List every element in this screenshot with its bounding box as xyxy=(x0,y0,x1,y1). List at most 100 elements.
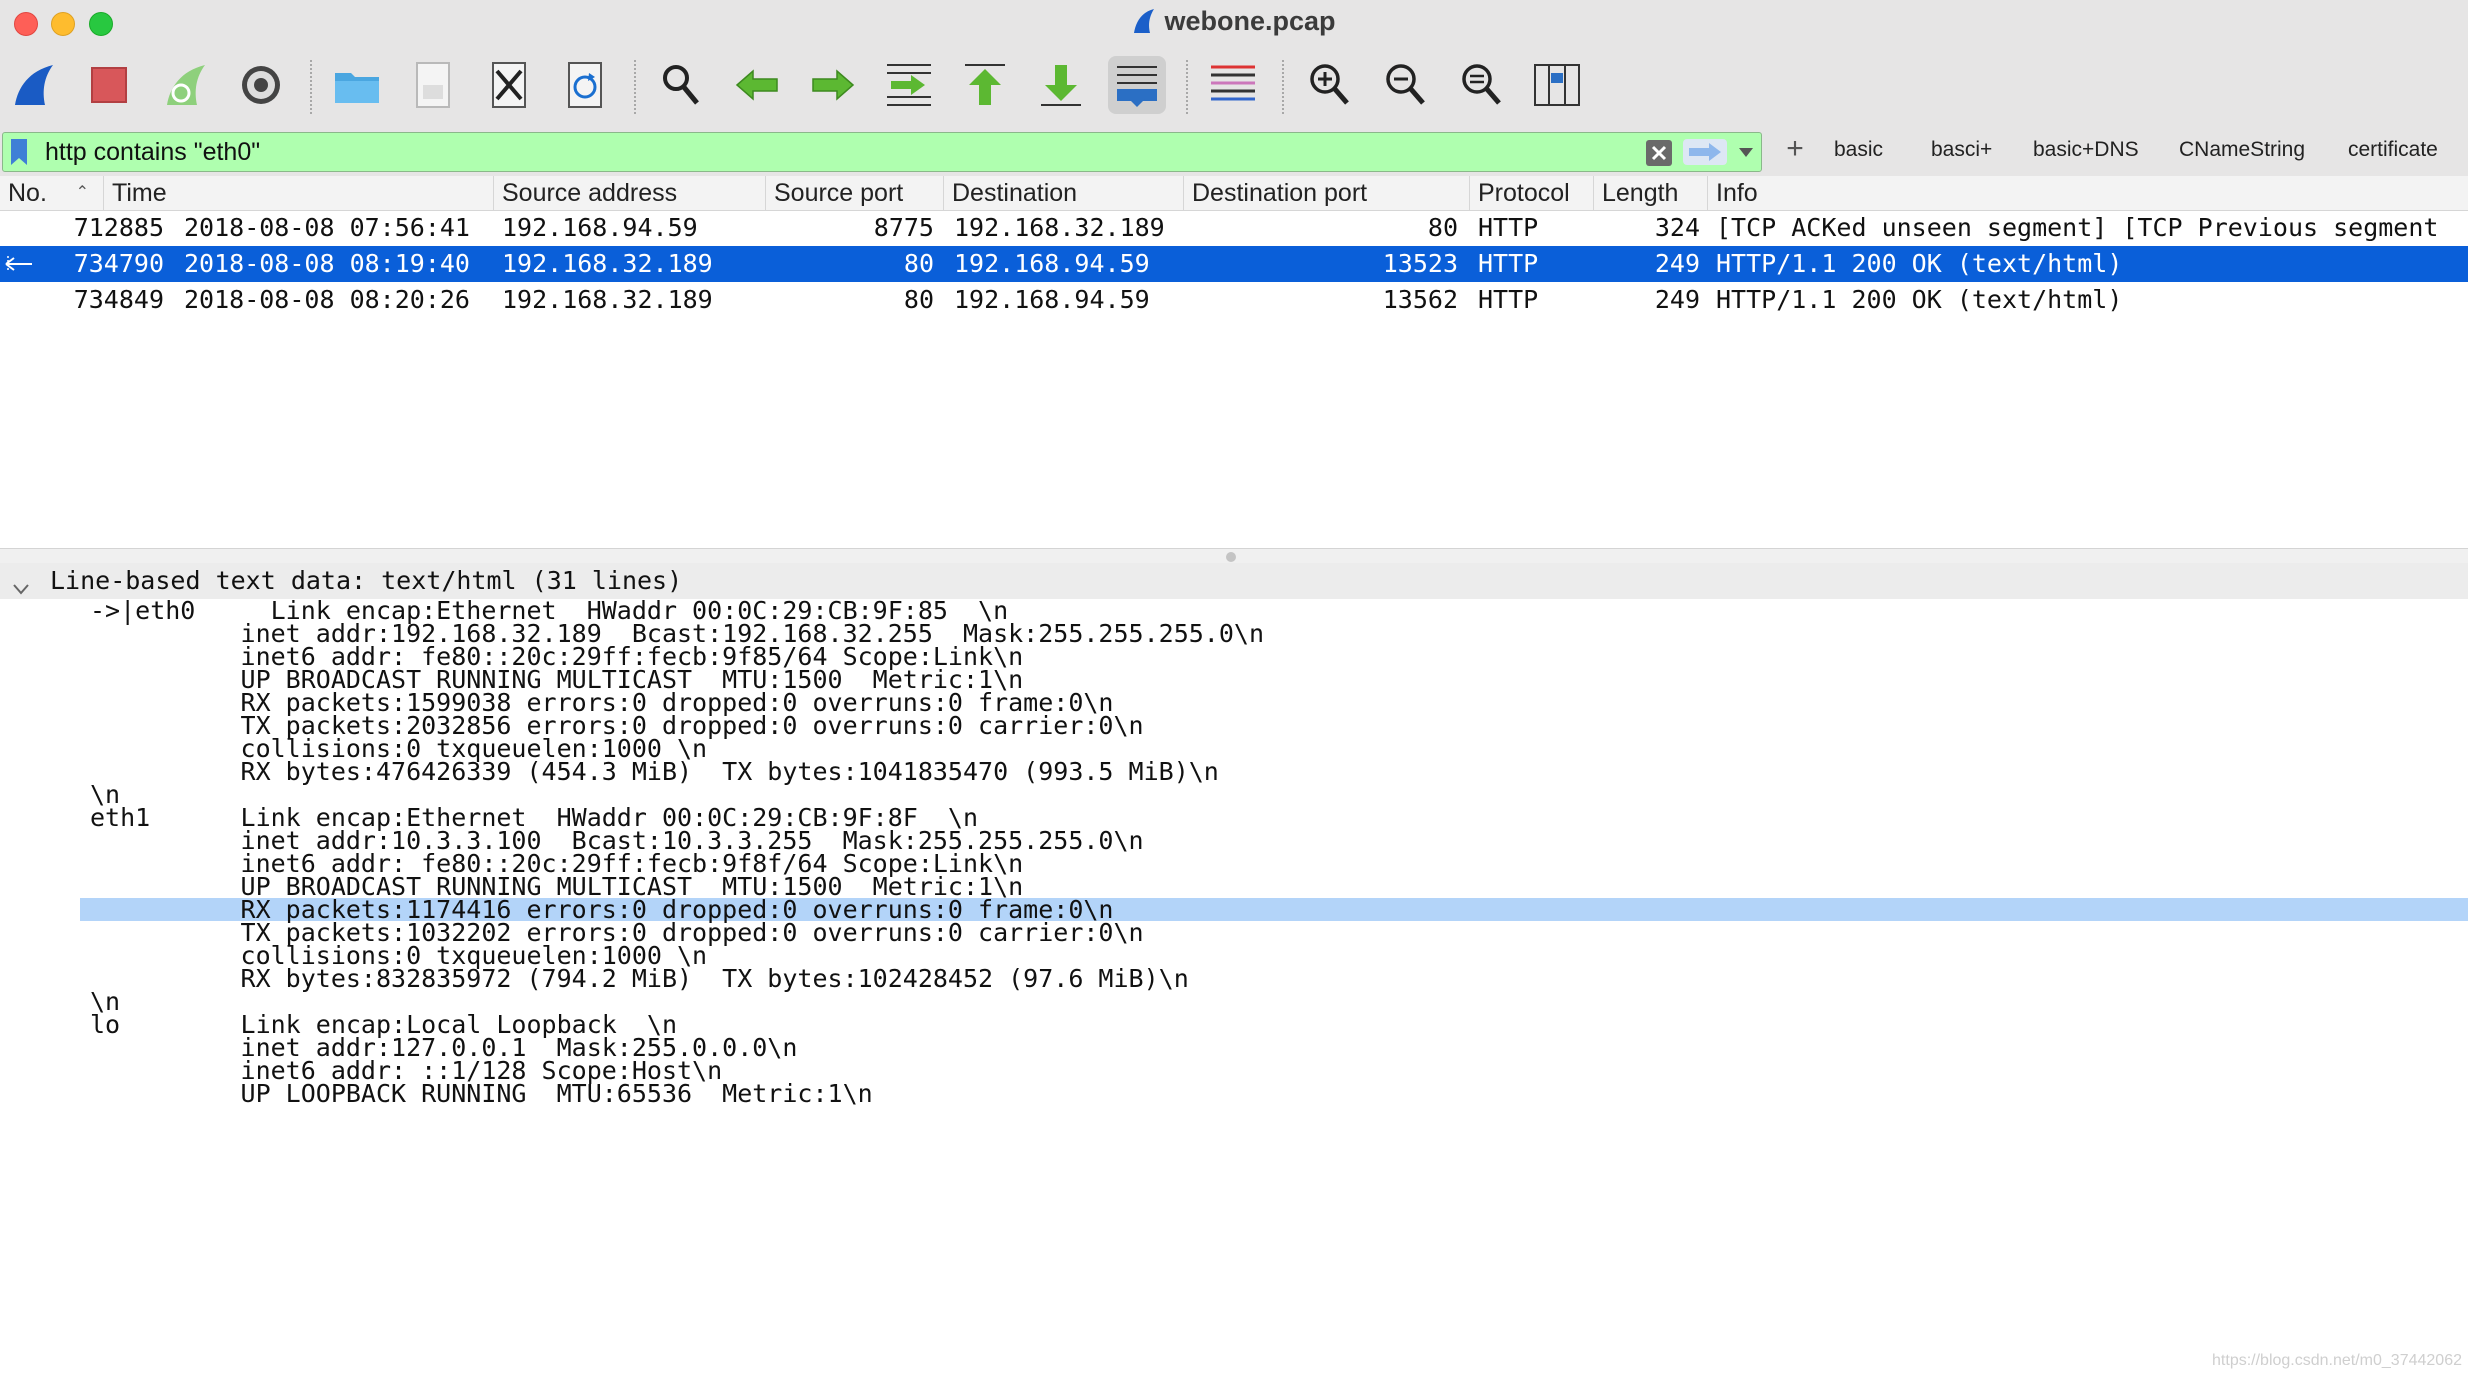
zoom-out-button[interactable] xyxy=(1376,56,1434,114)
packet-cell-src: 192.168.32.189 xyxy=(502,249,713,278)
packet-cell-len: 324 xyxy=(1654,213,1700,242)
zoom-in-icon xyxy=(1310,64,1349,105)
packet-cell-info: HTTP/1.1 200 OK (text/html) xyxy=(1716,285,2123,314)
packet-cell-len: 249 xyxy=(1654,285,1700,314)
packet-cell-no: 734849 xyxy=(73,285,164,314)
packet-cell-time: 2018-08-08 07:56:41 xyxy=(184,213,470,242)
resize-columns-button[interactable] xyxy=(1528,56,1586,114)
packet-cell-info: HTTP/1.1 200 OK (text/html) xyxy=(1716,249,2123,278)
stop-capture-icon xyxy=(91,67,127,103)
packet-cell-no: 712885 xyxy=(73,213,164,242)
restart-capture-button[interactable] xyxy=(156,56,214,114)
capture-options-button[interactable] xyxy=(232,56,290,114)
column-header-destination[interactable]: Destination xyxy=(944,176,1184,210)
window-title-text: webone.pcap xyxy=(1164,6,1336,36)
add-filter-button[interactable]: + xyxy=(1780,132,1810,166)
detail-text-line[interactable]: UP LOOPBACK RUNNING MTU:65536 Metric:1\n xyxy=(0,1081,2468,1106)
chevron-down-icon[interactable] xyxy=(12,573,30,595)
packet-cell-dport: 13523 xyxy=(1382,249,1458,278)
open-file-icon xyxy=(335,73,379,103)
packet-cell-proto: HTTP xyxy=(1478,249,1539,278)
go-forward-button[interactable] xyxy=(804,56,862,114)
start-capture-button[interactable] xyxy=(6,56,64,114)
find-packet-button[interactable] xyxy=(652,56,710,114)
start-capture-icon xyxy=(15,65,53,105)
packet-cell-dst: 192.168.94.59 xyxy=(954,285,1150,314)
filter-button-basci[interactable]: basci+ xyxy=(1931,138,1992,162)
close-file-button[interactable] xyxy=(480,56,538,114)
go-forward-icon xyxy=(812,69,855,101)
filter-button-certificate[interactable]: certificate xyxy=(2348,138,2438,162)
save-file-button[interactable] xyxy=(404,56,462,114)
packet-cell-time: 2018-08-08 08:20:26 xyxy=(184,285,470,314)
filter-button-basic-dns[interactable]: basic+DNS xyxy=(2033,138,2139,162)
open-file-button[interactable] xyxy=(328,56,386,114)
sort-ascending-icon: ⌃ xyxy=(75,184,89,201)
column-header-source-address[interactable]: Source address xyxy=(494,176,766,210)
go-back-button[interactable] xyxy=(728,56,786,114)
packet-cell-proto: HTTP xyxy=(1478,213,1539,242)
packet-row[interactable]: 712885 2018-08-08 07:56:41 192.168.94.59 87… xyxy=(0,210,2468,246)
packet-cell-dport: 80 xyxy=(1427,213,1458,242)
go-to-packet-icon xyxy=(887,64,931,106)
display-filter-input[interactable] xyxy=(43,135,1637,169)
packet-cell-src: 192.168.94.59 xyxy=(502,213,698,242)
column-header-time[interactable]: Time xyxy=(104,176,494,210)
go-first-packet-icon xyxy=(965,64,1005,105)
title-bar: webone.pcap xyxy=(0,0,2468,47)
column-header-protocol[interactable]: Protocol xyxy=(1470,176,1594,210)
save-file-icon xyxy=(416,62,450,108)
filter-button-cnamestring[interactable]: CNameString xyxy=(2179,138,2305,162)
filter-button-basic[interactable]: basic xyxy=(1834,138,1883,162)
go-first-packet-button[interactable] xyxy=(956,56,1014,114)
detail-text-line[interactable]: RX bytes:832835972 (794.2 MiB) TX bytes:… xyxy=(0,966,2468,991)
colorize-icon xyxy=(1211,65,1255,101)
packet-cell-no: 734790 xyxy=(73,249,164,278)
reload-file-button[interactable] xyxy=(556,56,614,114)
zoom-out-icon xyxy=(1386,64,1425,105)
go-to-packet-button[interactable] xyxy=(880,56,938,114)
window-title: webone.pcap xyxy=(0,6,2468,42)
display-filter-bar: + basic basci+ basic+DNS CNameString certifi… xyxy=(0,128,2468,177)
splitter-handle-icon[interactable] xyxy=(1226,552,1236,562)
pane-splitter[interactable] xyxy=(0,548,2468,564)
column-header-destination-port[interactable]: Destination port xyxy=(1184,176,1470,210)
column-header-no[interactable]: No. ⌃ xyxy=(0,176,104,210)
resize-columns-icon xyxy=(1534,64,1580,106)
packet-cell-src: 192.168.32.189 xyxy=(502,285,713,314)
capture-options-icon xyxy=(242,66,280,104)
toolbar-separator xyxy=(1186,60,1188,114)
go-last-packet-icon xyxy=(1041,65,1081,106)
packet-row[interactable]: 734849 2018-08-08 08:20:26 192.168.32.189 8… xyxy=(0,282,2468,318)
clear-filter-icon[interactable] xyxy=(1645,139,1673,167)
restart-capture-icon xyxy=(167,65,205,105)
apply-filter-icon[interactable] xyxy=(1683,139,1727,165)
find-packet-icon xyxy=(663,65,699,105)
packet-cell-sport: 80 xyxy=(903,249,934,278)
close-file-icon xyxy=(492,62,526,108)
packet-cell-len: 249 xyxy=(1654,249,1700,278)
column-header-info[interactable]: Info xyxy=(1708,176,2468,210)
packet-cell-sport: 80 xyxy=(903,285,934,314)
bookmark-icon[interactable] xyxy=(9,138,29,166)
packet-cell-dport: 13562 xyxy=(1382,285,1458,314)
colorize-button[interactable] xyxy=(1204,56,1262,114)
toolbar-separator xyxy=(634,60,636,114)
normal-size-button[interactable] xyxy=(1452,56,1510,114)
packet-cell-time: 2018-08-08 08:19:40 xyxy=(184,249,470,278)
toolbar-separator xyxy=(1282,60,1284,114)
column-header-source-port[interactable]: Source port xyxy=(766,176,944,210)
auto-scroll-button[interactable] xyxy=(1108,56,1166,114)
display-filter-field xyxy=(2,132,1762,172)
zoom-in-button[interactable] xyxy=(1300,56,1358,114)
filter-history-dropdown-icon[interactable] xyxy=(1737,145,1755,159)
packet-details-pane: Line-based text data: text/html (31 line… xyxy=(0,563,2468,1382)
details-tree-root[interactable]: Line-based text data: text/html (31 line… xyxy=(0,563,2468,599)
packet-row[interactable]: 734790 2018-08-08 08:19:40 192.168.32.189 8… xyxy=(0,246,2468,282)
stop-capture-button[interactable] xyxy=(80,56,138,114)
detail-text-line[interactable]: RX bytes:476426339 (454.3 MiB) TX bytes:… xyxy=(0,759,2468,784)
packet-list-header: No. ⌃ Time Source address Source port Des… xyxy=(0,176,2468,211)
column-header-length[interactable]: Length xyxy=(1594,176,1708,210)
go-back-icon xyxy=(735,69,778,101)
go-last-packet-button[interactable] xyxy=(1032,56,1090,114)
